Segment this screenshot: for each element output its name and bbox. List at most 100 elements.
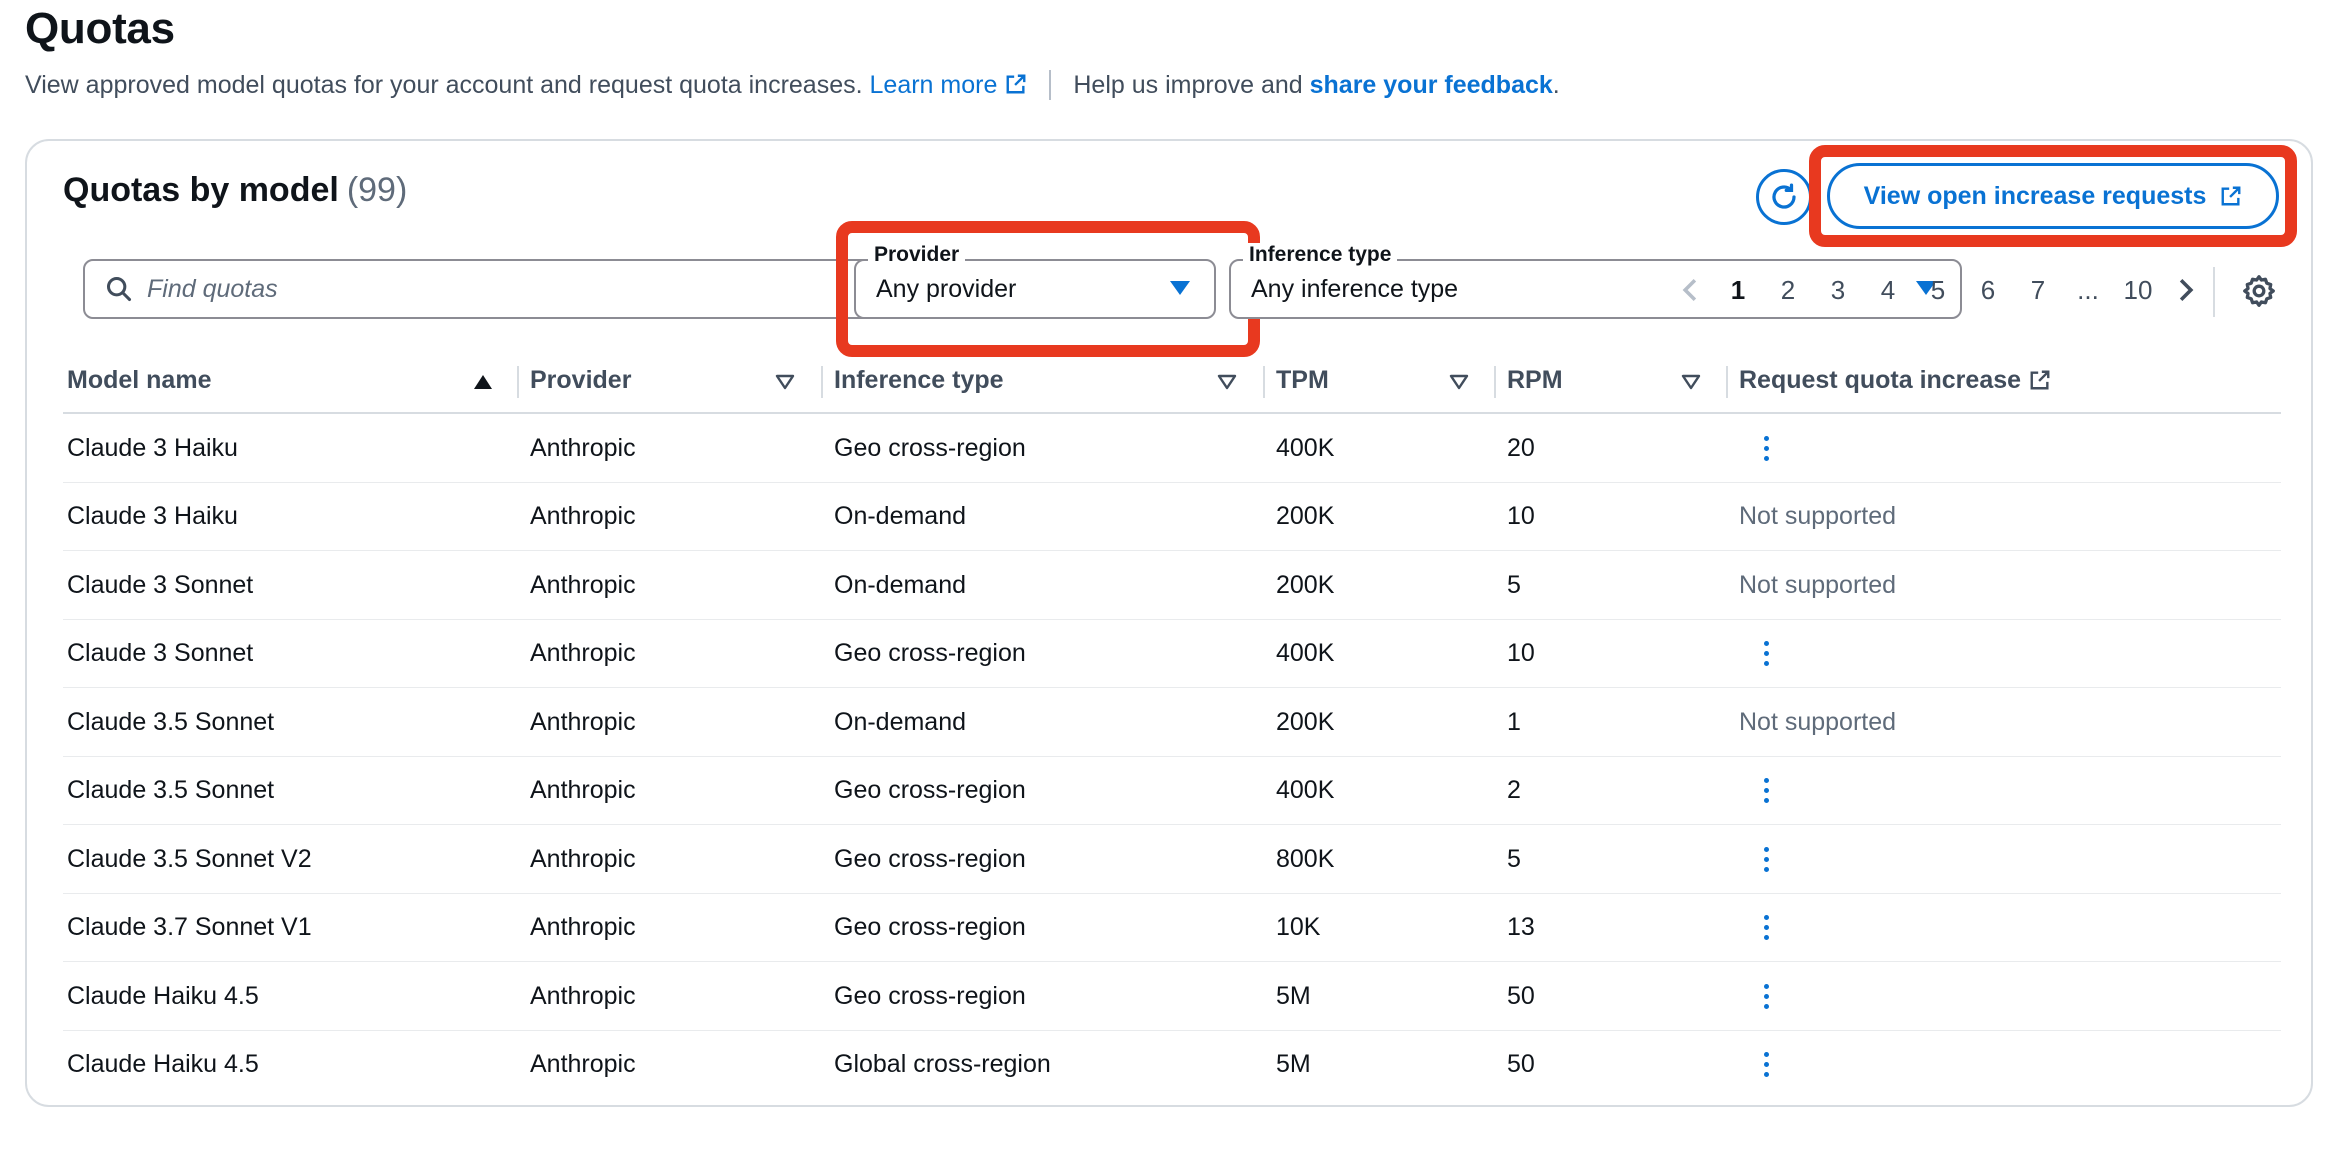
card-title: Quotas by model (99) (63, 171, 407, 210)
row-actions-menu[interactable] (1756, 757, 1776, 825)
column-divider[interactable] (1263, 366, 1265, 398)
cell-request-status: Not supported (1739, 502, 1897, 530)
row-actions-menu[interactable] (1756, 414, 1776, 482)
next-page-button[interactable] (2163, 277, 2209, 303)
cell-model: Claude 3 Sonnet (67, 639, 254, 667)
sort-unsorted-icon[interactable] (1681, 374, 1701, 390)
cell-provider: Anthropic (530, 981, 636, 1010)
column-header-model-name[interactable]: Model name (67, 346, 211, 414)
sort-unsorted-icon[interactable] (775, 374, 795, 390)
cell-rpm: 5 (1507, 844, 1521, 873)
cell-tpm: 5M (1276, 1050, 1311, 1078)
column-divider[interactable] (1726, 366, 1728, 398)
cell-rpm: 20 (1507, 433, 1535, 462)
external-link-icon (2221, 186, 2241, 206)
column-header-label: RPM (1507, 365, 1563, 394)
column-header-provider[interactable]: Provider (530, 346, 631, 414)
column-header-request-quota-increase: Request quota increase (1739, 346, 2051, 414)
cell-tpm: 5M (1276, 981, 1311, 1010)
cell-provider: Anthropic (530, 1050, 636, 1078)
kebab-menu-icon (1756, 983, 1776, 1009)
cell-rpm: 2 (1507, 776, 1521, 804)
column-divider[interactable] (517, 366, 519, 398)
table-row: Claude 3.5 Sonnet Anthropic Geo cross-regi… (63, 757, 2281, 825)
table-row: Claude 3.5 Sonnet Anthropic On-demand 200K 1… (63, 688, 2281, 757)
cell-inference: Global cross-region (834, 1050, 1051, 1078)
table-row: Claude 3 Sonnet Anthropic Geo cross-region… (63, 620, 2281, 688)
inference-filter-label: Inference type (1243, 243, 1398, 267)
column-divider[interactable] (1494, 366, 1496, 398)
kebab-menu-icon (1756, 846, 1776, 872)
cell-provider: Anthropic (530, 776, 636, 804)
cell-model: Claude Haiku 4.5 (67, 1050, 259, 1078)
search-box[interactable] (83, 259, 865, 319)
column-header-tpm[interactable]: TPM (1276, 346, 1329, 414)
feedback-period: . (1552, 70, 1560, 99)
chevron-left-icon (1682, 278, 1697, 302)
provider-filter[interactable]: Provider Any provider (854, 243, 1216, 319)
learn-more-link[interactable]: Learn more (870, 71, 1028, 100)
inference-filter-value: Any inference type (1251, 274, 1459, 303)
cell-rpm: 10 (1507, 502, 1535, 530)
page-button-2[interactable]: 2 (1763, 275, 1813, 306)
pagination-divider (2213, 267, 2215, 317)
cell-tpm: 800K (1276, 844, 1335, 873)
cell-provider: Anthropic (530, 913, 636, 941)
view-button-label: View open increase requests (1863, 181, 2207, 210)
cell-inference: On-demand (834, 502, 967, 530)
row-actions-menu[interactable] (1756, 620, 1776, 688)
cell-provider: Anthropic (530, 433, 636, 462)
table-row: Claude Haiku 4.5 Anthropic Global cross-re… (63, 1031, 2281, 1100)
refresh-button[interactable] (1756, 169, 1812, 225)
feedback-link[interactable]: share your feedback (1310, 71, 1553, 100)
kebab-menu-icon (1756, 778, 1776, 803)
page-button-6[interactable]: 6 (1963, 275, 2013, 306)
cell-model: Claude 3.5 Sonnet (67, 776, 275, 804)
page-button-4[interactable]: 4 (1863, 275, 1913, 306)
page-button-3[interactable]: 3 (1813, 275, 1863, 306)
cell-rpm: 10 (1507, 639, 1535, 667)
pagination: 1 2 3 4 5 6 7 ... 10 (1667, 265, 2209, 315)
sort-unsorted-icon[interactable] (1217, 374, 1237, 390)
quotas-card: Quotas by model (99) View open increase r… (25, 139, 2313, 1107)
cell-rpm: 5 (1507, 570, 1521, 599)
cell-tpm: 10K (1276, 913, 1321, 941)
column-divider[interactable] (821, 366, 823, 398)
column-header-rpm[interactable]: RPM (1507, 346, 1563, 414)
description-text: View approved model quotas for your acco… (25, 70, 863, 99)
page-button-5[interactable]: 5 (1913, 275, 1963, 306)
sort-ascending-icon[interactable] (473, 374, 493, 390)
page-button-10[interactable]: 10 (2113, 275, 2163, 306)
sort-unsorted-icon[interactable] (1449, 374, 1469, 390)
kebab-menu-icon (1756, 1052, 1776, 1077)
cell-provider: Anthropic (530, 502, 636, 530)
kebab-menu-icon (1756, 641, 1776, 666)
page-button-7[interactable]: 7 (2013, 275, 2063, 306)
cell-inference: On-demand (834, 570, 967, 599)
cell-tpm: 200K (1276, 502, 1335, 530)
table-row: Claude 3.7 Sonnet V1 Anthropic Geo cross-r… (63, 894, 2281, 962)
cell-model: Claude 3 Sonnet (67, 570, 254, 599)
row-actions-menu[interactable] (1756, 962, 1776, 1030)
row-actions-menu[interactable] (1756, 825, 1776, 893)
gear-icon[interactable] (2241, 273, 2277, 309)
card-title-text: Quotas by model (63, 171, 339, 209)
cell-inference: Geo cross-region (834, 913, 1026, 941)
cell-model: Claude 3.7 Sonnet V1 (67, 913, 312, 941)
search-input[interactable] (147, 274, 747, 304)
page-description: View approved model quotas for your acco… (25, 70, 1560, 100)
cell-model: Claude 3.5 Sonnet (67, 707, 275, 736)
row-actions-menu[interactable] (1756, 894, 1776, 962)
cell-provider: Anthropic (530, 707, 636, 736)
page-button-1[interactable]: 1 (1713, 275, 1763, 306)
prev-page-button[interactable] (1667, 277, 1713, 303)
column-header-label: TPM (1276, 365, 1329, 394)
external-link-icon (1006, 74, 1026, 93)
page-title: Quotas (25, 4, 175, 53)
view-open-increase-requests-button[interactable]: View open increase requests (1827, 163, 2279, 229)
kebab-menu-icon (1756, 435, 1776, 461)
provider-filter-value: Any provider (876, 274, 1017, 303)
row-actions-menu[interactable] (1756, 1031, 1776, 1099)
external-link-icon (2030, 370, 2050, 390)
column-header-inference-type[interactable]: Inference type (834, 346, 1004, 414)
